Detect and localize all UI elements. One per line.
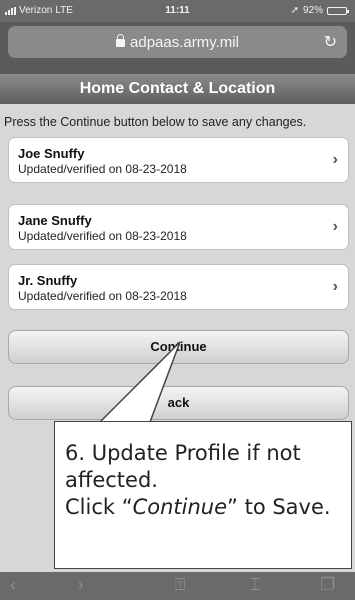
- chevron-right-icon: ›: [332, 151, 338, 168]
- phone-screen: Verizon LTE 11:11 ➚ 92% adpaas.army.mil …: [0, 0, 355, 600]
- callout-emphasis: Continue: [132, 495, 228, 519]
- continue-button[interactable]: Continue: [8, 330, 349, 364]
- page-title: Home Contact & Location: [0, 74, 355, 104]
- contact-status: Updated/verified on 08-23-2018: [18, 229, 187, 243]
- callout-fragment: Click “: [65, 495, 133, 519]
- contact-status: Updated/verified on 08-23-2018: [18, 162, 187, 176]
- url-text: adpaas.army.mil: [130, 34, 239, 51]
- reload-icon[interactable]: ↻: [324, 32, 337, 52]
- status-bar: Verizon LTE 11:11 ➚ 92%: [0, 0, 355, 22]
- share-icon[interactable]: ⍐: [175, 575, 185, 595]
- chevron-right-icon: ›: [332, 278, 338, 295]
- bookmarks-icon[interactable]: ⌶: [250, 575, 260, 595]
- contact-status: Updated/verified on 08-23-2018: [18, 289, 187, 303]
- contact-item[interactable]: Jr. Snuffy Updated/verified on 08-23-201…: [8, 264, 349, 310]
- contact-item[interactable]: Jane Snuffy Updated/verified on 08-23-20…: [8, 204, 349, 250]
- callout-line: 6. Update Profile if not: [65, 441, 301, 465]
- battery-icon: [327, 6, 349, 15]
- tabs-icon[interactable]: ❐: [320, 575, 335, 595]
- back-button[interactable]: ack: [8, 386, 349, 420]
- contact-name: Jr. Snuffy: [18, 273, 78, 288]
- contact-item[interactable]: Joe Snuffy Updated/verified on 08-23-201…: [8, 137, 349, 183]
- callout-fragment: ” to Save.: [227, 495, 331, 519]
- url-field[interactable]: adpaas.army.mil: [8, 34, 347, 51]
- back-arrow-icon[interactable]: ‹: [10, 575, 16, 595]
- callout-line: affected.: [65, 468, 158, 492]
- callout-line: Click “Continue” to Save.: [65, 494, 331, 521]
- chevron-right-icon: ›: [332, 218, 338, 235]
- browser-toolbar: ‹ › ⍐ ⌶ ❐: [0, 572, 355, 600]
- address-bar[interactable]: adpaas.army.mil ↻: [8, 26, 347, 58]
- battery-percent: 92%: [302, 5, 323, 16]
- instruction-text: Press the Continue button below to save …: [4, 115, 307, 129]
- instruction-callout: 6. Update Profile if not affected. Click…: [54, 421, 352, 569]
- contact-name: Jane Snuffy: [18, 213, 92, 228]
- location-icon: ➚: [290, 5, 299, 16]
- lock-icon: [116, 34, 126, 47]
- callout-text: 6. Update Profile if not affected. Click…: [65, 440, 331, 521]
- forward-arrow-icon[interactable]: ›: [78, 575, 84, 595]
- contact-name: Joe Snuffy: [18, 146, 85, 161]
